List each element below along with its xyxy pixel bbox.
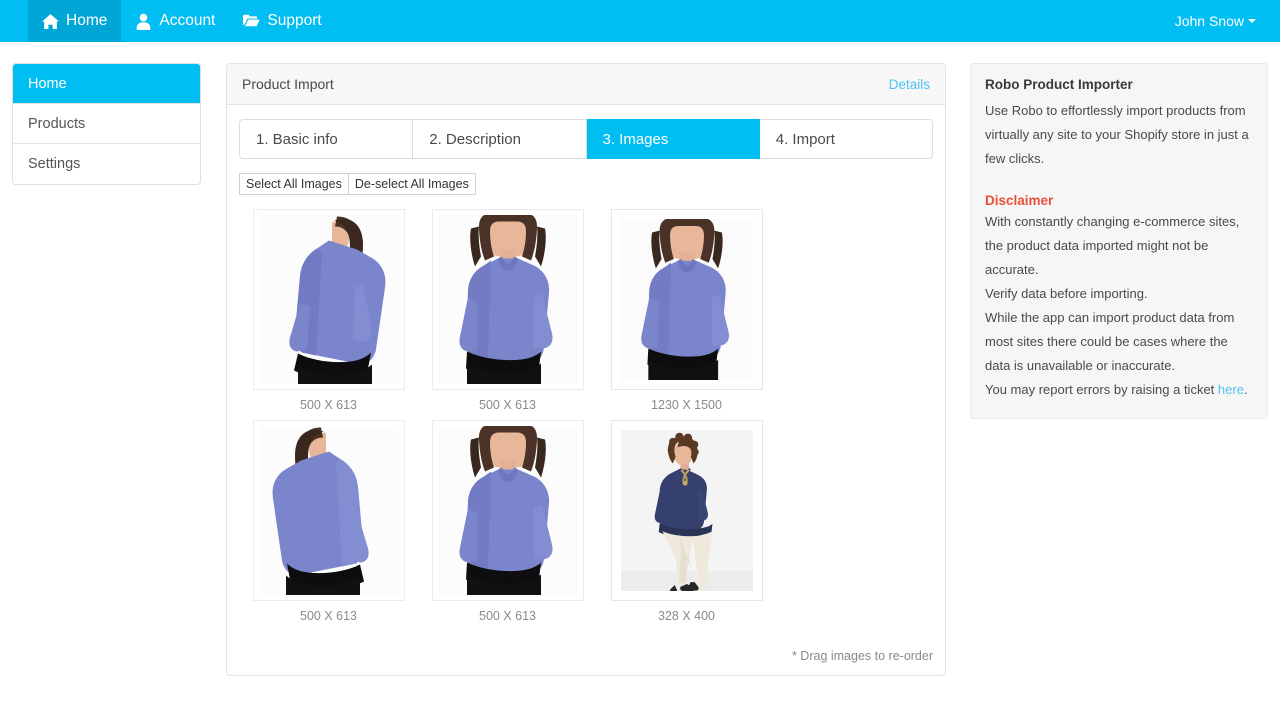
- tab-images[interactable]: 3. Images: [586, 119, 760, 159]
- image-thumbnail[interactable]: [252, 209, 405, 390]
- wizard-tabs: 1. Basic info 2. Description 3. Images 4…: [239, 119, 933, 159]
- image-cell: 500 X 613: [418, 420, 597, 623]
- nav-item-home[interactable]: Home: [28, 0, 122, 42]
- tab-description[interactable]: 2. Description: [413, 119, 587, 159]
- nav-item-account[interactable]: Account: [121, 0, 229, 42]
- image-size-label: 1230 X 1500: [651, 398, 722, 412]
- nav-item-support-label: Support: [267, 12, 322, 29]
- tab-basic-info[interactable]: 1. Basic info: [239, 119, 414, 159]
- tab-import[interactable]: 4. Import: [759, 119, 933, 159]
- tab-description-label: 2. Description: [429, 130, 521, 148]
- tab-images-label: 3. Images: [602, 130, 669, 148]
- product-photo-front: [437, 215, 578, 384]
- tab-basic-info-label: 1. Basic info: [256, 130, 338, 148]
- image-thumbnail[interactable]: [431, 209, 584, 390]
- image-cell: 1230 X 1500: [597, 209, 776, 412]
- image-selection-toolbar: Select All Images De-select All Images: [239, 173, 933, 195]
- report-ticket-link[interactable]: here: [1218, 382, 1244, 397]
- sidebar-item-products[interactable]: Products: [13, 104, 200, 144]
- disclaimer-line-2: Verify data before importing.: [985, 286, 1148, 301]
- deselect-all-images-button[interactable]: De-select All Images: [348, 173, 476, 195]
- sidebar-item-settings-label: Settings: [28, 156, 81, 172]
- product-import-panel: Product Import Details 1. Basic info 2. …: [226, 63, 946, 676]
- home-icon: [42, 13, 59, 30]
- report-errors-suffix: .: [1243, 382, 1248, 397]
- image-cell: 500 X 613: [239, 209, 418, 412]
- user-menu-label: John Snow: [1174, 13, 1244, 29]
- image-cell: 500 X 613: [418, 209, 597, 412]
- tab-import-label: 4. Import: [775, 130, 835, 148]
- sidebar-item-settings[interactable]: Settings: [13, 144, 200, 184]
- product-photo-back: [258, 426, 399, 595]
- sidebar-item-home[interactable]: Home: [13, 64, 200, 104]
- product-photo-full-body: [620, 430, 753, 591]
- info-panel: Robo Product Importer Use Robo to effort…: [970, 63, 1268, 419]
- navbar-links: Home Account Support: [28, 0, 336, 42]
- sidebar-item-products-label: Products: [28, 115, 86, 132]
- deselect-all-images-label: De-select All Images: [354, 177, 469, 191]
- user-menu[interactable]: John Snow: [1175, 0, 1280, 42]
- product-photo-front: [437, 426, 578, 595]
- sidebar-nav: Home Products Settings: [12, 63, 201, 185]
- image-thumbnail[interactable]: [252, 420, 405, 601]
- panel-header: Product Import Details: [227, 64, 945, 105]
- user-icon: [135, 13, 152, 30]
- image-size-label: 500 X 613: [300, 398, 357, 412]
- info-panel-intro: Use Robo to effortlessly import products…: [985, 103, 1249, 166]
- details-link[interactable]: Details: [889, 77, 930, 92]
- image-cell: 328 X 400: [597, 420, 776, 623]
- info-panel-title: Robo Product Importer: [985, 77, 1133, 92]
- nav-item-support[interactable]: Support: [229, 0, 335, 42]
- image-thumbnail[interactable]: [610, 420, 763, 601]
- folder-icon: [243, 13, 260, 30]
- disclaimer-line-3: While the app can import product data fr…: [985, 310, 1235, 373]
- nav-item-home-label: Home: [66, 12, 108, 29]
- image-size-label: 500 X 613: [479, 398, 536, 412]
- image-size-label: 500 X 613: [479, 609, 536, 623]
- sidebar-item-home-label: Home: [28, 75, 67, 92]
- image-thumbnail[interactable]: [431, 420, 584, 601]
- report-errors-line: You may report errors by raising a ticke…: [985, 378, 1253, 402]
- select-all-images-label: Select All Images: [246, 177, 342, 191]
- select-all-images-button[interactable]: Select All Images: [239, 173, 349, 195]
- image-size-label: 500 X 613: [300, 609, 357, 623]
- image-cell: 500 X 613: [239, 420, 418, 623]
- drag-reorder-note: * Drag images to re-order: [791, 649, 933, 663]
- image-grid: 500 X 613 500 X 613 1230 X 1500 500 X 61…: [239, 209, 933, 631]
- nav-item-account-label: Account: [159, 12, 216, 29]
- page-title: Product Import: [242, 76, 334, 92]
- chevron-down-icon: [1248, 19, 1256, 23]
- disclaimer-heading: Disclaimer: [985, 193, 1054, 208]
- top-navbar: Home Account Support John Snow: [0, 0, 1280, 42]
- panel-body: 1. Basic info 2. Description 3. Images 4…: [227, 105, 945, 641]
- product-photo-front: [620, 219, 753, 380]
- disclaimer-line-1: With constantly changing e-commerce site…: [985, 214, 1240, 277]
- report-errors-prefix: You may report errors by raising a ticke…: [985, 382, 1218, 397]
- image-size-label: 328 X 400: [658, 609, 715, 623]
- image-thumbnail[interactable]: [610, 209, 763, 390]
- product-photo-back: [258, 215, 399, 384]
